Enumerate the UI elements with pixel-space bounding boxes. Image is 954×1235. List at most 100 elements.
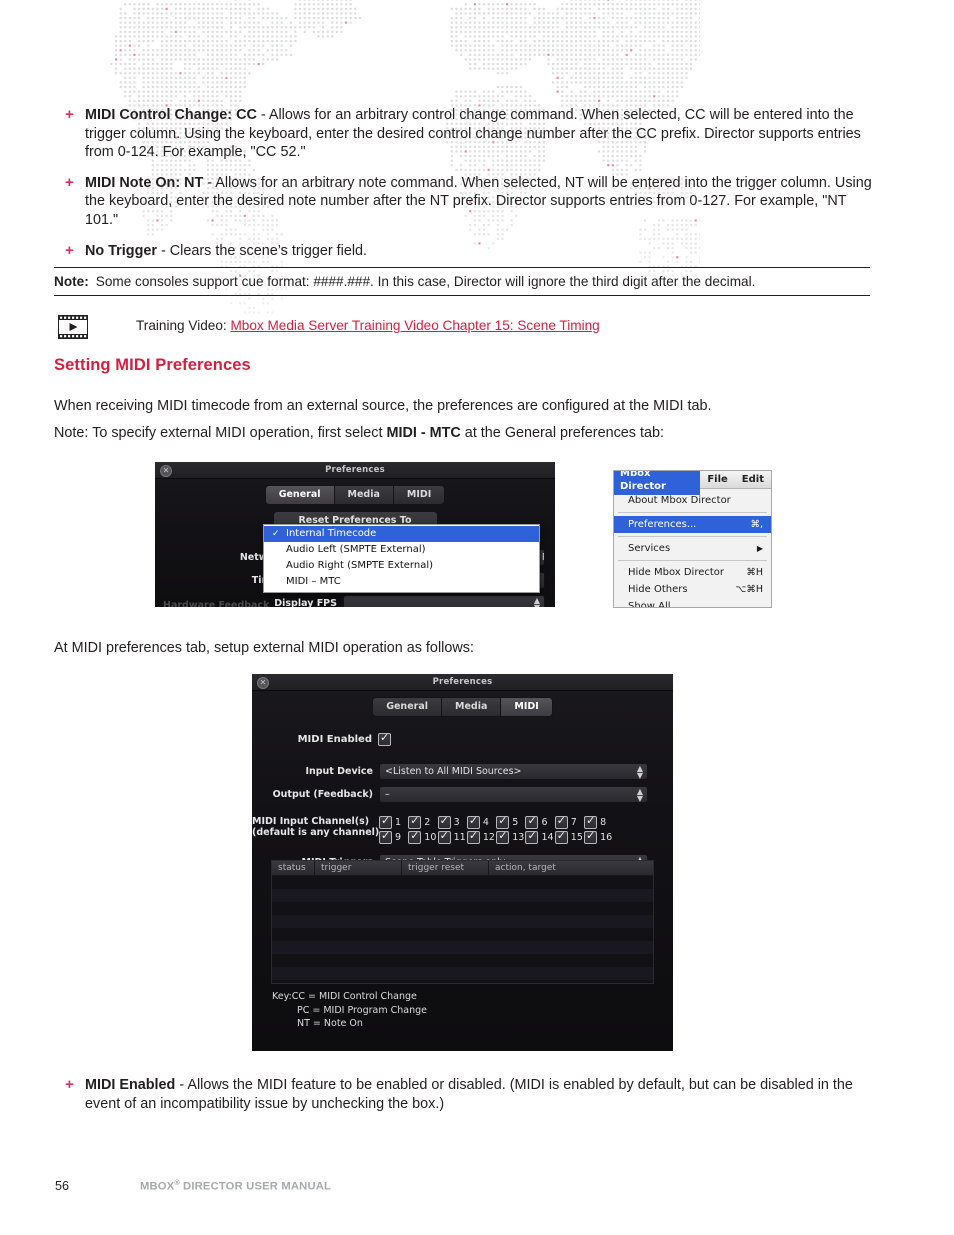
table-row[interactable] — [272, 915, 653, 928]
midi-prefs-titlebar: ✕ Preferences — [252, 674, 673, 691]
tab-general[interactable]: General — [265, 485, 334, 505]
channel-checkbox-13[interactable]: 13 — [496, 831, 525, 844]
menu-divider — [618, 512, 767, 513]
table-row[interactable] — [272, 876, 653, 889]
channel-checkbox-15[interactable]: 15 — [555, 831, 584, 844]
checkbox[interactable] — [525, 831, 538, 844]
checkbox[interactable] — [467, 816, 480, 829]
menu-divider — [618, 536, 767, 537]
channel-checkbox-7[interactable]: 7 — [555, 816, 584, 829]
list-item-term: MIDI Control Change: CC — [85, 107, 257, 123]
checkbox[interactable] — [555, 831, 568, 844]
channel-checkbox-16[interactable]: 16 — [584, 831, 613, 844]
checkbox[interactable] — [496, 831, 509, 844]
menu-item-about[interactable]: About Mbox Director — [614, 492, 771, 509]
checkbox[interactable] — [438, 831, 451, 844]
channel-checkbox-4[interactable]: 4 — [467, 816, 496, 829]
table-row[interactable] — [272, 941, 653, 954]
channel-checkbox-14[interactable]: 14 — [525, 831, 554, 844]
training-video-prefix: Training Video: — [136, 318, 230, 333]
close-icon[interactable]: ✕ — [257, 677, 269, 689]
output-feedback-select[interactable]: – ▲ ▼ — [379, 786, 648, 803]
table-row[interactable] — [272, 967, 653, 980]
key-legend-nt: NT = Note On — [272, 1017, 427, 1031]
output-feedback-label: Output (Feedback) — [252, 789, 379, 800]
channel-checkbox-1[interactable]: 1 — [379, 816, 408, 829]
midi-triggers-table[interactable]: status trigger trigger reset action, tar… — [271, 860, 654, 984]
bullet-marker: + — [65, 106, 74, 125]
table-row[interactable] — [272, 928, 653, 941]
channel-checkbox-2[interactable]: 2 — [408, 816, 437, 829]
channel-number: 3 — [454, 817, 460, 828]
dropdown-option-midi-mtc[interactable]: MIDI – MTC — [264, 574, 539, 590]
footer-title: MBOX® DIRECTOR USER MANUAL — [140, 1180, 331, 1193]
checkbox[interactable] — [438, 816, 451, 829]
menu-item-preferences[interactable]: Preferences... ⌘, — [614, 516, 771, 533]
channel-number: 4 — [483, 817, 489, 828]
display-fps-select[interactable]: ▲▼ — [343, 595, 545, 607]
dropdown-option-internal-timecode[interactable]: ✓ Internal Timecode — [264, 526, 539, 542]
midi-enabled-checkbox[interactable] — [378, 733, 391, 746]
output-feedback-value: – — [385, 789, 390, 800]
tab-general[interactable]: General — [372, 697, 441, 717]
checkbox[interactable] — [584, 816, 597, 829]
channel-checkbox-10[interactable]: 10 — [408, 831, 437, 844]
checkbox[interactable] — [379, 816, 392, 829]
tab-midi[interactable]: MIDI — [393, 485, 445, 505]
table-row[interactable] — [272, 902, 653, 915]
channel-checkbox-6[interactable]: 6 — [525, 816, 554, 829]
key-legend-title: Key: — [272, 991, 292, 1002]
checkbox[interactable] — [467, 831, 480, 844]
list-item: + MIDI Control Change: CC - Allows for a… — [54, 106, 872, 162]
menubar-item-edit[interactable]: Edit — [735, 474, 771, 485]
checkbox[interactable] — [408, 816, 421, 829]
menu-item-hide-mbox-director[interactable]: Hide Mbox Director ⌘H — [614, 564, 771, 581]
checkbox[interactable] — [555, 816, 568, 829]
list-item-term: MIDI Note On: NT — [85, 175, 203, 191]
menubar-item-file[interactable]: File — [700, 474, 734, 485]
checkbox[interactable] — [408, 831, 421, 844]
table-row[interactable] — [272, 889, 653, 902]
list-item: + MIDI Enabled - Allows the MIDI feature… — [54, 1076, 872, 1113]
tab-media[interactable]: Media — [441, 697, 500, 717]
midi-enabled-label: MIDI Enabled — [252, 734, 378, 745]
menubar-item-mbox-director[interactable]: Mbox Director — [614, 470, 700, 495]
channel-checkbox-12[interactable]: 12 — [467, 831, 496, 844]
close-icon[interactable]: ✕ — [160, 465, 172, 477]
paragraph-intro: When receiving MIDI timecode from an ext… — [54, 397, 712, 416]
channel-number: 13 — [512, 832, 524, 843]
footer-title-post: DIRECTOR USER MANUAL — [180, 1181, 331, 1193]
channel-number: 12 — [483, 832, 495, 843]
channel-number: 9 — [395, 832, 401, 843]
dropdown-option-label: Audio Right (SMPTE External) — [286, 560, 433, 571]
general-prefs-title: Preferences — [155, 462, 555, 478]
channel-number: 6 — [541, 817, 547, 828]
channel-number: 7 — [571, 817, 577, 828]
dropdown-option-audio-right[interactable]: Audio Right (SMPTE External) — [264, 558, 539, 574]
channel-checkbox-11[interactable]: 11 — [438, 831, 467, 844]
channel-checkbox-3[interactable]: 3 — [438, 816, 467, 829]
tab-midi[interactable]: MIDI — [500, 697, 552, 717]
menu-item-hide-others[interactable]: Hide Others ⌥⌘H — [614, 581, 771, 598]
channel-checkbox-5[interactable]: 5 — [496, 816, 525, 829]
timecode-source-dropdown[interactable]: ✓ Internal Timecode Audio Left (SMPTE Ex… — [263, 524, 540, 593]
midi-preferences-screenshot: ✕ Preferences General Media MIDI MIDI En… — [252, 674, 673, 1051]
channel-checkbox-9[interactable]: 9 — [379, 831, 408, 844]
training-video-link[interactable]: Mbox Media Server Training Video Chapter… — [230, 318, 599, 333]
list-item-term: MIDI Enabled — [85, 1077, 175, 1093]
checkbox[interactable] — [379, 831, 392, 844]
channel-checkbox-8[interactable]: 8 — [584, 816, 613, 829]
menu-item-services[interactable]: Services ▶ — [614, 540, 771, 557]
input-device-select[interactable]: <Listen to All MIDI Sources> ▲ ▼ — [379, 763, 648, 780]
chevron-updown-icon: ▲▼ — [534, 597, 540, 607]
checkbox[interactable] — [525, 816, 538, 829]
table-row[interactable] — [272, 954, 653, 967]
menu-item-show-all[interactable]: Show All — [614, 598, 771, 608]
bullet-marker: + — [65, 242, 74, 261]
dropdown-option-audio-left[interactable]: Audio Left (SMPTE External) — [264, 542, 539, 558]
midi-channels-label-line1: MIDI Input Channel(s) — [252, 816, 373, 827]
channel-number: 10 — [424, 832, 436, 843]
checkbox[interactable] — [496, 816, 509, 829]
tab-media[interactable]: Media — [334, 485, 393, 505]
checkbox[interactable] — [584, 831, 597, 844]
